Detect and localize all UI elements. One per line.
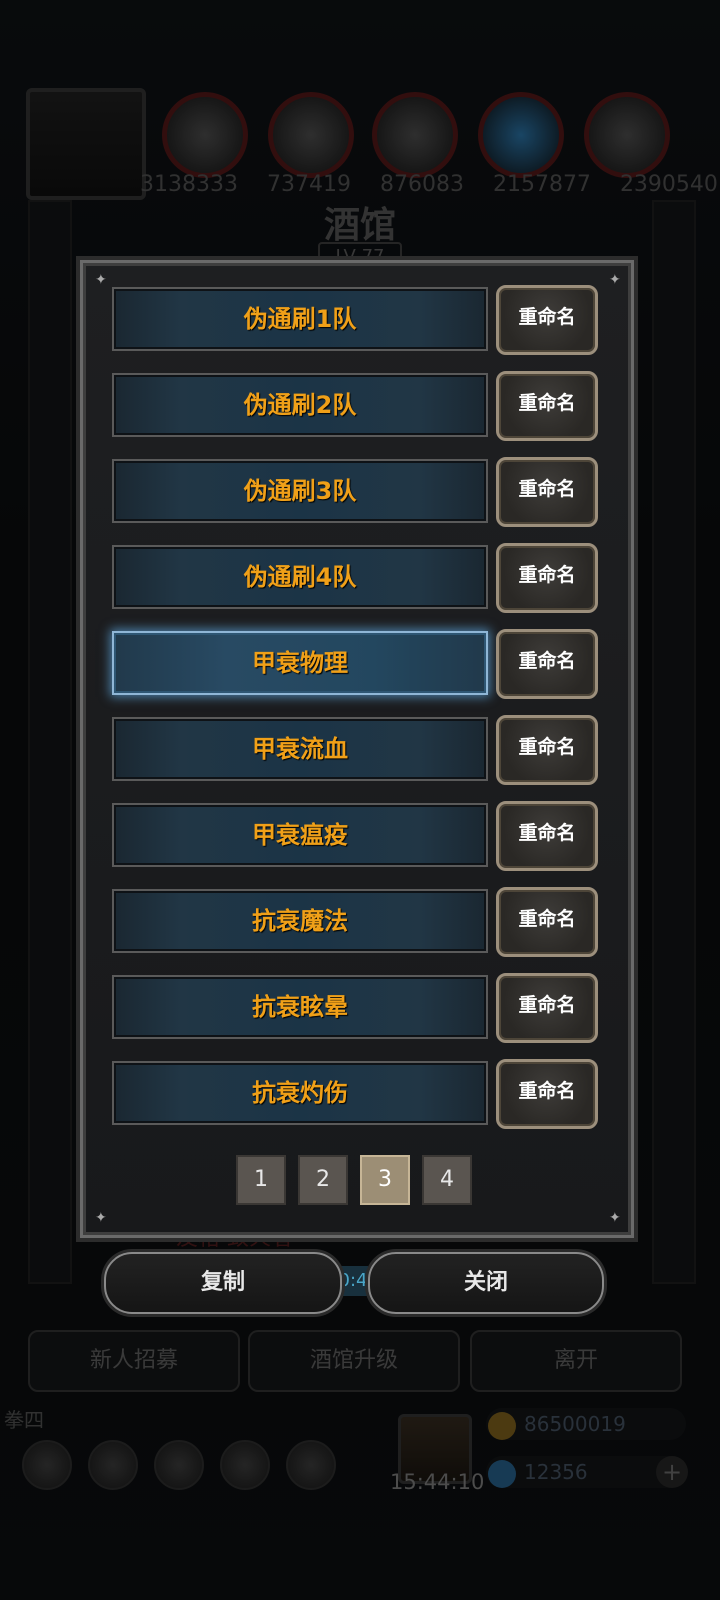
rename-button[interactable]: 重命名 [496,715,598,785]
team-slot[interactable]: 甲衰流血 [112,717,488,781]
corner-ornament: ✦ [609,1210,621,1226]
corner-ornament: ✦ [95,272,107,288]
page-button-2[interactable]: 2 [298,1155,348,1205]
rename-button[interactable]: 重命名 [496,887,598,957]
team-row: 抗衰魔法 重命名 [112,887,598,957]
team-slot[interactable]: 抗衰眩晕 [112,975,488,1039]
close-button[interactable]: 关闭 [368,1252,604,1314]
team-row: 甲衰物理 重命名 [112,629,598,699]
team-name: 抗衰灼伤 [252,1079,348,1107]
team-name: 甲衰物理 [252,649,348,677]
team-name: 伪通刷3队 [243,477,357,505]
page-button-1[interactable]: 1 [236,1155,286,1205]
page-button-3-active[interactable]: 3 [360,1155,410,1205]
team-row: 伪通刷3队 重命名 [112,457,598,527]
timer-hint: 0:4 [338,1266,368,1296]
team-row: 甲衰瘟疫 重命名 [112,801,598,871]
rename-button[interactable]: 重命名 [496,285,598,355]
team-name: 抗衰眩晕 [252,993,348,1021]
team-row: 甲衰流血 重命名 [112,715,598,785]
corner-ornament: ✦ [95,1210,107,1226]
rename-button[interactable]: 重命名 [496,543,598,613]
team-row: 伪通刷4队 重命名 [112,543,598,613]
rename-button[interactable]: 重命名 [496,629,598,699]
team-name: 甲衰瘟疫 [252,821,348,849]
copy-button[interactable]: 复制 [104,1252,342,1314]
page-button-4[interactable]: 4 [422,1155,472,1205]
team-name: 伪通刷2队 [243,391,357,419]
team-row: 伪通刷1队 重命名 [112,285,598,355]
team-name: 伪通刷4队 [243,563,357,591]
team-slot-selected[interactable]: 甲衰物理 [112,631,488,695]
rename-button[interactable]: 重命名 [496,801,598,871]
rename-button[interactable]: 重命名 [496,1059,598,1129]
team-slot[interactable]: 伪通刷3队 [112,459,488,523]
team-slot[interactable]: 伪通刷1队 [112,287,488,351]
rename-button[interactable]: 重命名 [496,371,598,441]
team-name: 抗衰魔法 [252,907,348,935]
team-slot[interactable]: 甲衰瘟疫 [112,803,488,867]
team-slot[interactable]: 伪通刷2队 [112,373,488,437]
rename-button[interactable]: 重命名 [496,457,598,527]
team-row: 抗衰眩晕 重命名 [112,973,598,1043]
team-name: 甲衰流血 [252,735,348,763]
team-slot[interactable]: 抗衰灼伤 [112,1061,488,1125]
team-slot[interactable]: 抗衰魔法 [112,889,488,953]
team-slot[interactable]: 伪通刷4队 [112,545,488,609]
corner-ornament: ✦ [609,272,621,288]
rename-button[interactable]: 重命名 [496,973,598,1043]
team-row: 伪通刷2队 重命名 [112,371,598,441]
team-name: 伪通刷1队 [243,305,357,333]
team-row: 抗衰灼伤 重命名 [112,1059,598,1129]
